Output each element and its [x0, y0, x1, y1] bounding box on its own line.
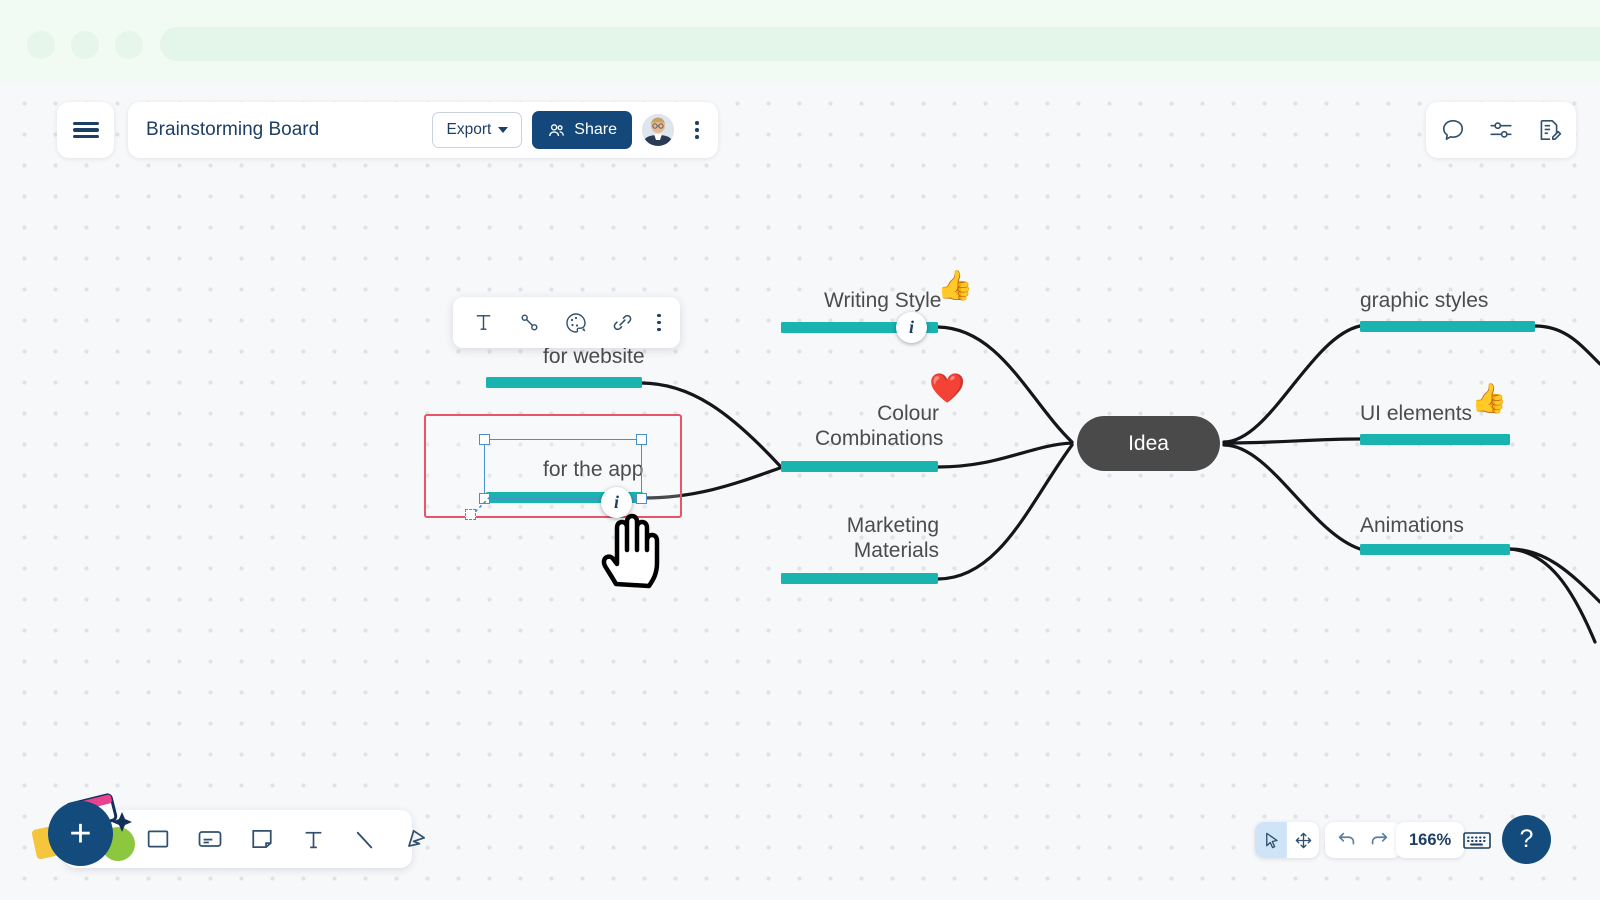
people-icon [549, 123, 565, 136]
app-window: for website for the app i Writing Style … [0, 82, 1600, 900]
edit-document-icon[interactable] [1536, 117, 1562, 143]
header-bar: Brainstorming Board Export Share [128, 102, 718, 158]
history-controls [1325, 822, 1401, 858]
user-avatar[interactable] [642, 114, 674, 146]
share-label: Share [574, 121, 617, 138]
line-tool-icon[interactable] [351, 826, 378, 853]
resize-handle-top-right[interactable] [636, 434, 647, 445]
node-bar-animations[interactable] [1360, 544, 1510, 555]
canvas-mode-toggle [1255, 822, 1319, 858]
help-button[interactable]: ? [1502, 815, 1551, 864]
zoom-level-value: 166% [1409, 830, 1452, 849]
menu-button[interactable] [57, 102, 114, 158]
zoom-level-button[interactable]: 166% [1396, 822, 1465, 858]
sticky-note-icon[interactable] [248, 825, 276, 853]
header-more-button[interactable] [684, 112, 710, 148]
heart-emoji-colour-combinations: ❤️ [929, 373, 966, 405]
node-bar-ui-elements[interactable] [1360, 434, 1510, 445]
resize-handle-bottom-right[interactable] [636, 493, 647, 504]
window-dot-close[interactable] [27, 31, 55, 59]
hamburger-icon [72, 119, 99, 141]
comment-icon[interactable] [1440, 117, 1466, 143]
node-bar-marketing-materials[interactable] [781, 573, 938, 584]
top-right-tools-panel [1426, 102, 1576, 158]
browser-chrome [0, 0, 1600, 82]
select-mode-button[interactable] [1255, 822, 1287, 858]
add-element-button[interactable]: + [48, 801, 113, 866]
info-badge-writing-style[interactable]: i [896, 312, 927, 343]
node-label-writing-style[interactable]: Writing Style [824, 288, 941, 313]
thumbs-up-emoji-ui-elements: 👍 [1471, 383, 1508, 415]
node-bar-graphic-styles[interactable] [1360, 321, 1535, 332]
node-label-ui-elements[interactable]: UI elements [1360, 401, 1472, 426]
export-label: Export [446, 121, 492, 138]
link-attach-icon[interactable] [611, 311, 634, 334]
central-node-idea[interactable]: Idea [1077, 416, 1220, 471]
window-dot-maximize[interactable] [115, 31, 143, 59]
card-icon[interactable] [196, 825, 224, 853]
more-options-icon[interactable] [656, 313, 661, 332]
redo-button[interactable] [1366, 822, 1392, 858]
node-label-colour-combinations-line1[interactable]: Colour [815, 401, 939, 426]
window-dot-minimize[interactable] [71, 31, 99, 59]
node-label-animations[interactable]: Animations [1360, 513, 1464, 538]
node-label-colour-combinations-line2[interactable]: Combinations [815, 426, 943, 451]
undo-button[interactable] [1334, 822, 1360, 858]
node-bar-colour-combinations[interactable] [781, 461, 938, 472]
address-bar[interactable] [160, 27, 1600, 61]
pan-mode-button[interactable] [1287, 822, 1319, 858]
export-button[interactable]: Export [432, 112, 523, 148]
rotate-handle[interactable] [465, 509, 476, 520]
chevron-down-icon [498, 127, 509, 133]
marker-pen-icon[interactable] [402, 825, 430, 853]
board-title[interactable]: Brainstorming Board [146, 119, 432, 141]
node-label-graphic-styles[interactable]: graphic styles [1360, 288, 1488, 313]
vertical-dots-icon [695, 121, 699, 125]
keyboard-shortcuts-button[interactable] [1462, 828, 1492, 857]
thumbs-up-emoji-writing-style: 👍 [937, 270, 974, 302]
text-format-icon[interactable] [472, 311, 495, 334]
node-label-marketing-materials-line2[interactable]: Materials [815, 538, 939, 563]
resize-handle-top-left[interactable] [479, 434, 490, 445]
mindmap-connectors [639, 324, 1600, 644]
sliders-icon[interactable] [1488, 117, 1514, 143]
connector-icon[interactable] [518, 311, 541, 334]
share-button[interactable]: Share [532, 111, 632, 149]
rectangle-shape-icon[interactable] [144, 825, 172, 853]
color-palette-icon[interactable] [564, 311, 588, 335]
node-label-marketing-materials-line1[interactable]: Marketing [815, 513, 939, 538]
element-context-toolbar [453, 297, 680, 348]
text-tool-icon[interactable] [300, 826, 327, 853]
hand-cursor-pointer [598, 506, 660, 595]
node-bar-for-website[interactable] [486, 377, 642, 388]
